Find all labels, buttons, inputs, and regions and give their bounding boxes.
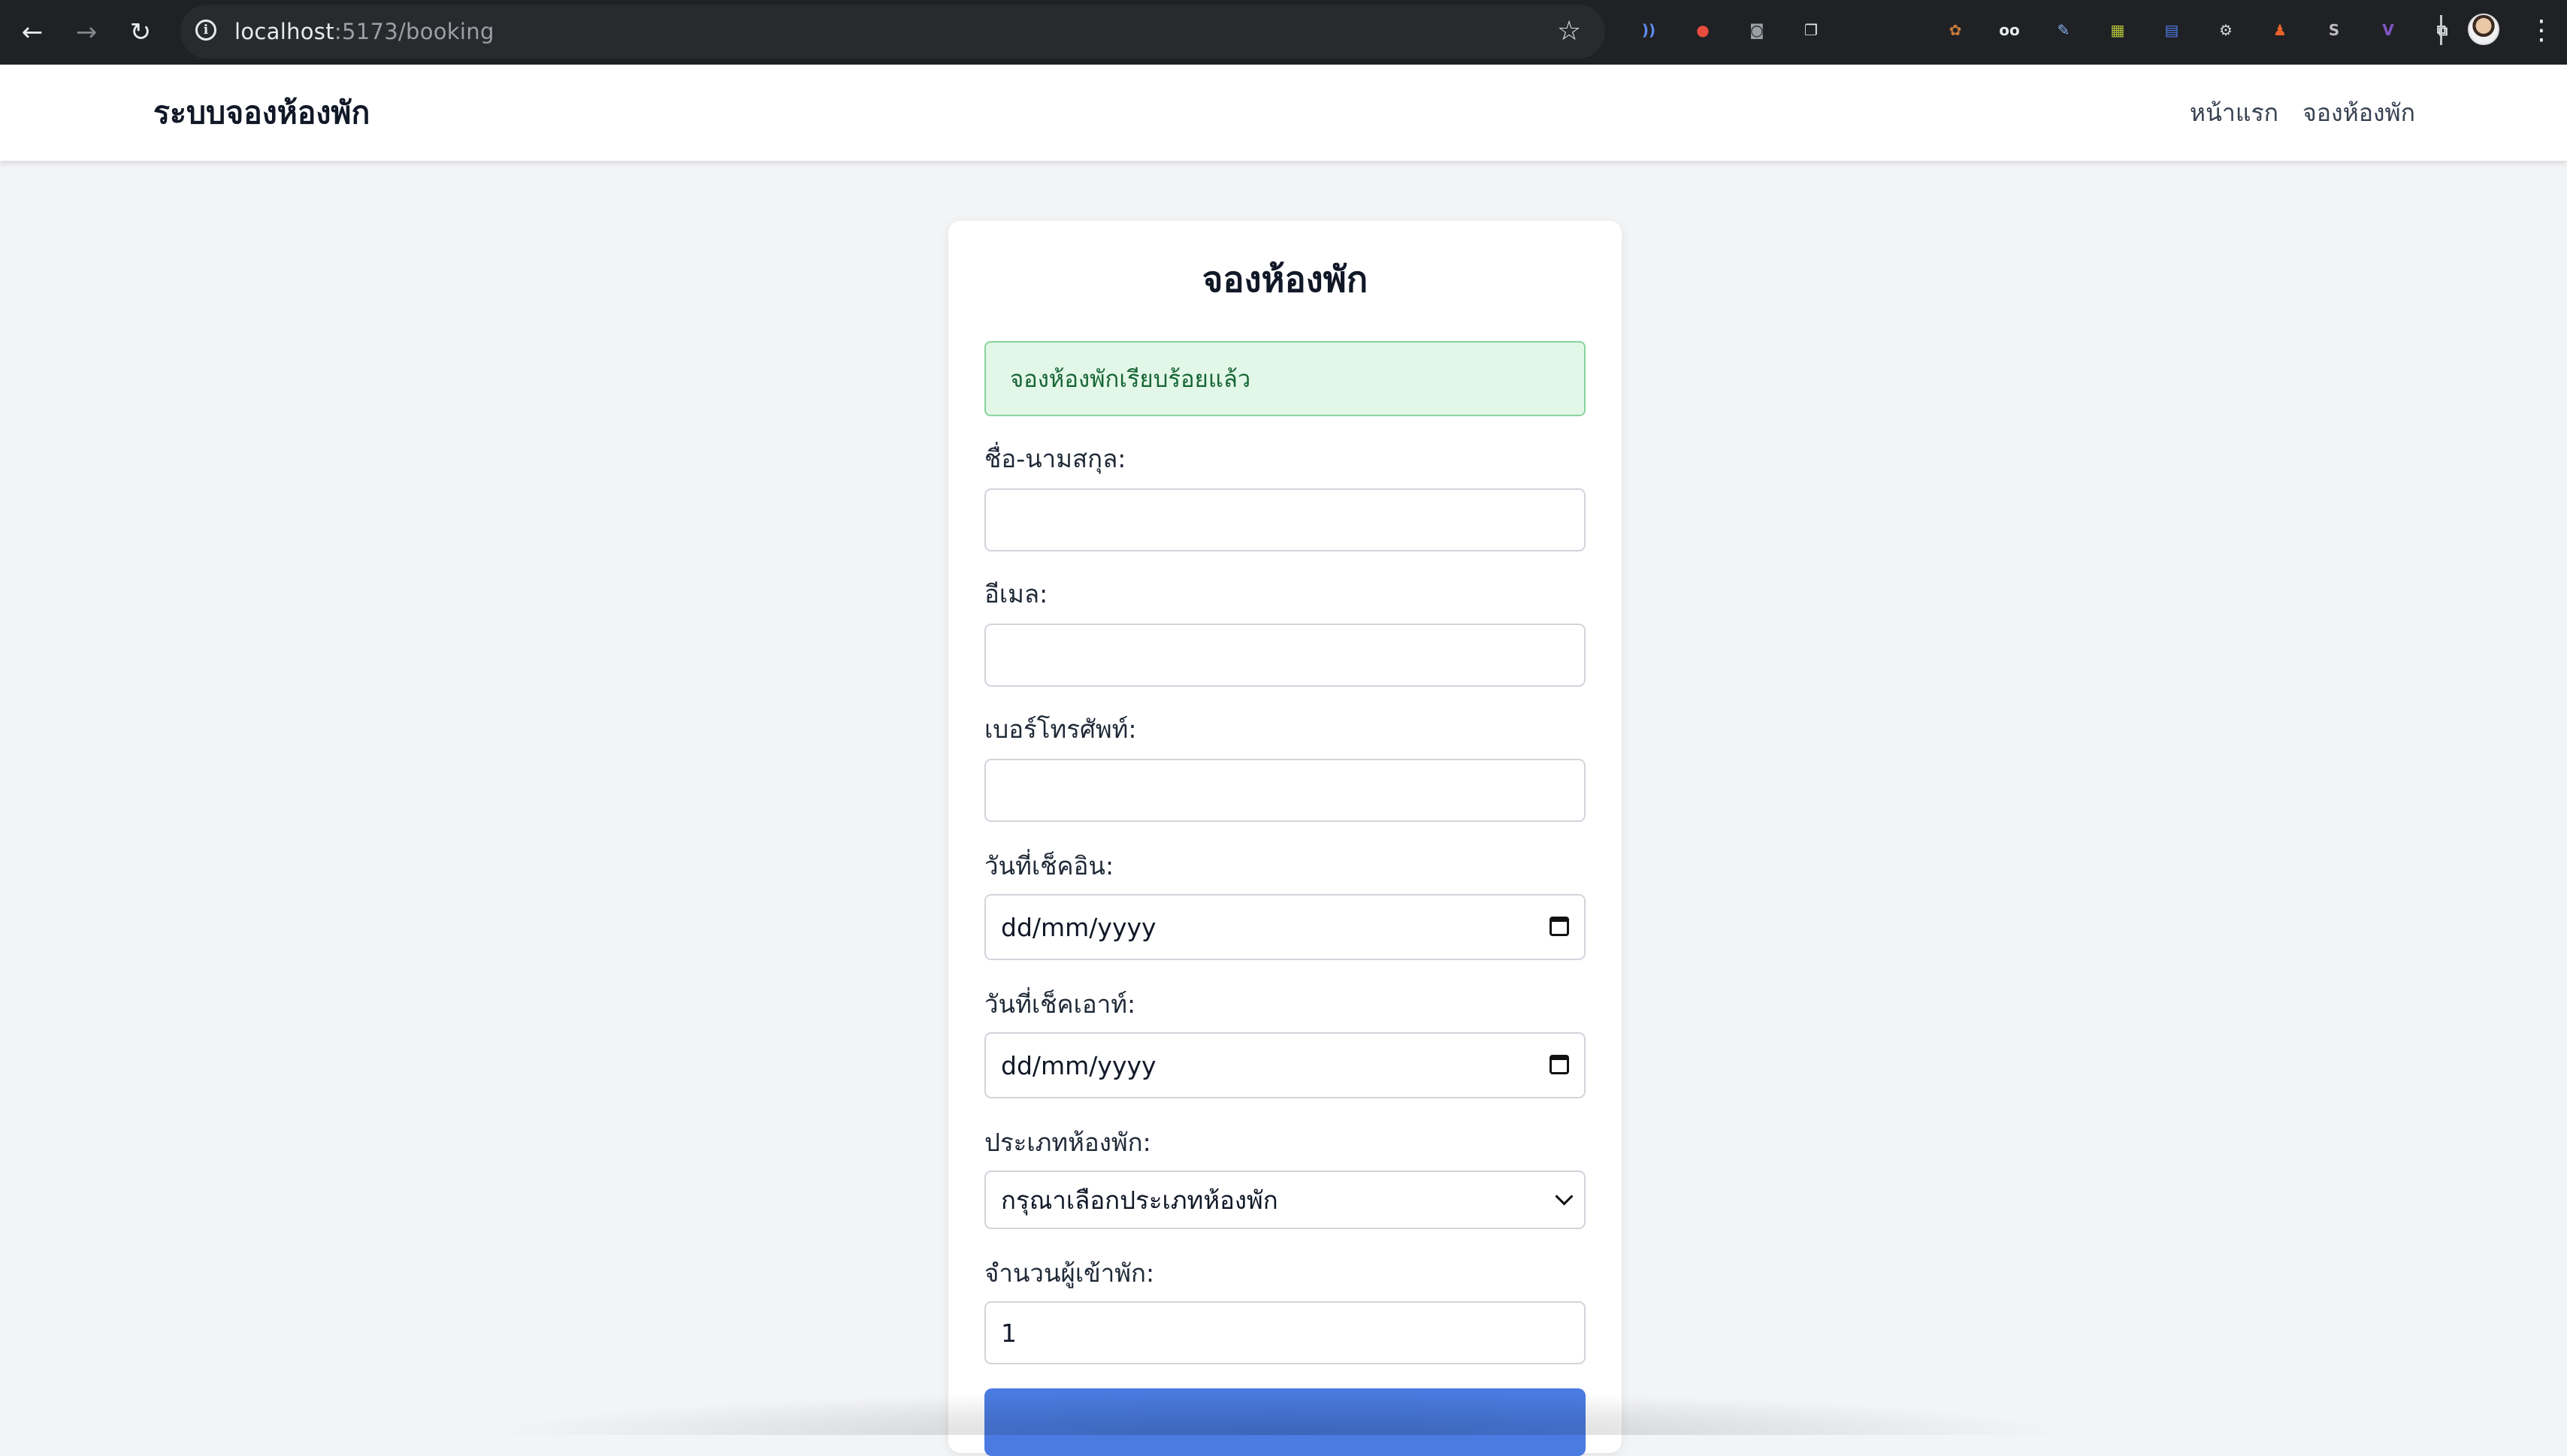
toolbar-divider: [2440, 15, 2442, 45]
calendar-icon[interactable]: [1550, 1055, 1569, 1074]
success-alert: จองห้องพักเรียบร้อยแล้ว: [984, 341, 1586, 416]
profile-avatar[interactable]: [2468, 14, 2499, 45]
wave-extension-icon[interactable]: )): [1634, 16, 1663, 44]
reload-icon[interactable]: ↻: [122, 14, 159, 51]
site-info-icon[interactable]: i: [195, 20, 216, 41]
checkout-date-input[interactable]: dd/mm/yyyy: [984, 1032, 1586, 1098]
gear-box-extension-icon[interactable]: ⚙: [2212, 16, 2240, 44]
nav-link-booking[interactable]: จองห้องพัก: [2302, 94, 2415, 132]
browser-toolbar: ← → ↻ i localhost:5173/booking ☆ )) ● ◙ ❐ ✿ o…: [0, 0, 2567, 65]
phone-input[interactable]: [984, 759, 1586, 822]
calendar-icon[interactable]: [1550, 917, 1569, 936]
nav-link-home[interactable]: หน้าแรก: [2190, 94, 2278, 132]
puzzle-extension-icon[interactable]: ⧉: [2428, 16, 2457, 44]
checkin-label: วันที่เช็คอิน:: [984, 851, 1114, 881]
nav-links: หน้าแรก จองห้องพัก: [2190, 65, 2415, 161]
form-title: จองห้องพัก: [1202, 259, 1368, 301]
bookmark-star-icon[interactable]: ☆: [1553, 15, 1586, 48]
email-label: อีเมล:: [984, 579, 1048, 609]
cookie-extension-icon[interactable]: ✿: [1941, 16, 1970, 44]
email-input[interactable]: [984, 624, 1586, 687]
url-text[interactable]: localhost:5173/booking: [234, 5, 494, 59]
booking-form-card: จองห้องพัก จองห้องพักเรียบร้อยแล้ว ชื่อ-…: [948, 221, 1622, 1456]
guests-label: จำนวนผู้เข้าพัก:: [984, 1258, 1155, 1288]
window-star-extension-icon[interactable]: ❐: [1797, 16, 1825, 44]
bottom-shadow: [481, 1390, 2082, 1435]
room-type-selected: กรุณาเลือกประเภทห้องพัก: [1001, 1185, 1278, 1215]
address-bar[interactable]: i localhost:5173/booking ☆: [180, 5, 1605, 59]
checkin-placeholder: dd/mm/yyyy: [1001, 912, 1157, 942]
guests-input[interactable]: 1: [984, 1301, 1586, 1364]
swift-extension-icon[interactable]: S: [2320, 16, 2348, 44]
pen-extension-icon[interactable]: ✎: [2049, 16, 2078, 44]
camera-extension-icon[interactable]: ◙: [1743, 16, 1771, 44]
back-icon[interactable]: ←: [14, 14, 51, 51]
forward-icon[interactable]: →: [68, 14, 105, 51]
room-type-select[interactable]: กรุณาเลือกประเภทห้องพัก: [984, 1171, 1586, 1229]
chevron-down-icon: [1555, 1187, 1574, 1206]
room-type-label: ประเภทห้องพัก:: [984, 1128, 1151, 1157]
doc-extension-icon[interactable]: ▤: [2157, 16, 2186, 44]
phone-label: เบอร์โทรศัพท์:: [984, 714, 1137, 744]
name-input[interactable]: [984, 488, 1586, 551]
site-brand[interactable]: ระบบจองห้องพัก: [153, 65, 370, 161]
app-navbar: ระบบจองห้องพัก หน้าแรก จองห้องพัก: [0, 65, 2567, 161]
checkout-label: วันที่เช็คเอาท์:: [984, 989, 1136, 1019]
name-label: ชื่อ-นามสกุล:: [984, 444, 1126, 473]
browser-menu-icon[interactable]: ⋮: [2528, 14, 2555, 48]
guests-value: 1: [1001, 1318, 1017, 1348]
checkout-placeholder: dd/mm/yyyy: [1001, 1050, 1157, 1080]
glasses-extension-icon[interactable]: oo: [1995, 16, 2024, 44]
image-extension-icon[interactable]: ▦: [2103, 16, 2132, 44]
color-wheel-extension-icon[interactable]: ●: [1689, 16, 1717, 44]
figure-extension-icon[interactable]: ♟: [2266, 16, 2294, 44]
v-extension-icon[interactable]: V: [2374, 16, 2402, 44]
checkin-date-input[interactable]: dd/mm/yyyy: [984, 894, 1586, 960]
